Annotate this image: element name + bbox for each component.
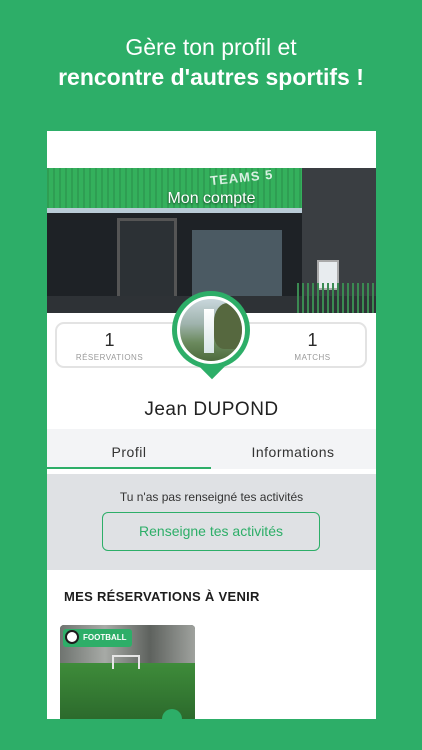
avatar-photo	[177, 296, 245, 364]
goal-graphic	[112, 655, 140, 669]
headline-line-2: rencontre d'autres sportifs !	[58, 64, 364, 90]
tab-profil[interactable]: Profil	[47, 429, 211, 469]
avatar	[172, 291, 250, 369]
fill-activities-button[interactable]: Renseigne tes activités	[102, 512, 320, 551]
matches-count: 1	[307, 330, 318, 350]
app-screen: TEAMS 5 Mon compte 1 RÉSERVATIONS 1 MATC…	[47, 131, 376, 719]
first-name: Jean	[144, 399, 188, 420]
profile-tabs: Profil Informations	[47, 429, 376, 469]
reservations-label: RÉSERVATIONS	[75, 353, 144, 362]
soccer-ball-icon	[65, 630, 79, 644]
avatar-pin[interactable]	[172, 291, 252, 386]
promo-headline: Gère ton profil et rencontre d'autres sp…	[0, 32, 422, 92]
user-name: Jean DUPOND	[47, 399, 376, 421]
page-title: Mon compte	[167, 190, 256, 207]
matches-stat[interactable]: 1 MATCHS	[260, 324, 365, 362]
upcoming-reservations-title: MES RÉSERVATIONS À VENIR	[64, 589, 260, 604]
active-tab-indicator	[47, 467, 211, 469]
headline-line-1: Gère ton profil et	[125, 34, 297, 60]
matches-label: MATCHS	[294, 353, 331, 362]
reservation-card[interactable]: FOOTBALL	[60, 625, 195, 719]
reservations-count: 1	[104, 330, 115, 350]
reservations-stat[interactable]: 1 RÉSERVATIONS	[57, 324, 162, 362]
tab-informations[interactable]: Informations	[211, 429, 375, 469]
activities-empty-message: Tu n'as pas renseigné tes activités	[119, 490, 304, 504]
last-name: DUPOND	[193, 399, 279, 420]
status-bar	[47, 131, 376, 168]
activities-panel: Tu n'as pas renseigné tes activités Rens…	[47, 474, 376, 570]
